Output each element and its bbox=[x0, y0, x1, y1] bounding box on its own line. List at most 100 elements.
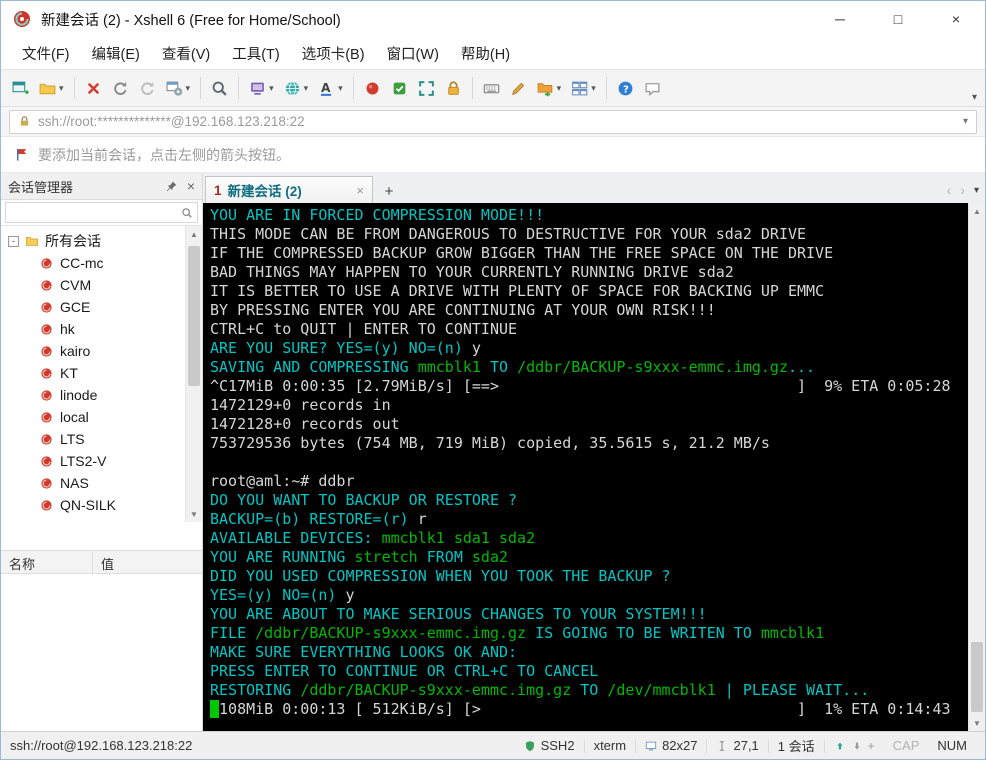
close-button[interactable]: × bbox=[927, 1, 985, 37]
terminal-text: stretch bbox=[354, 548, 418, 566]
terminal-text: /ddbr/BACKUP-s9xxx-emmc.img.gz bbox=[517, 358, 788, 376]
address-combobox[interactable]: ssh://root:**************@192.168.123.21… bbox=[9, 109, 977, 134]
scroll-down-icon[interactable]: ▼ bbox=[969, 715, 985, 731]
menu-help[interactable]: 帮助(H) bbox=[450, 38, 521, 69]
menu-tab[interactable]: 选项卡(B) bbox=[291, 38, 376, 69]
pin-icon[interactable] bbox=[165, 180, 178, 193]
status-protocol[interactable]: SSH2 bbox=[515, 738, 584, 753]
dropdown-arrow-icon: ▾ bbox=[303, 82, 309, 93]
tree-root-all-sessions[interactable]: - 所有会话 bbox=[8, 230, 185, 252]
terminal-text: THIS MODE CAN BE FROM DANGEROUS TO DESTR… bbox=[210, 225, 807, 243]
session-item[interactable]: LTS bbox=[8, 428, 185, 450]
fullscreen-button[interactable] bbox=[414, 74, 439, 102]
session-item[interactable]: linode bbox=[8, 384, 185, 406]
terminal-line: root@aml:~# ddbr bbox=[210, 472, 968, 491]
tree-scrollbar[interactable]: ▲ ▼ bbox=[185, 226, 202, 522]
session-item[interactable]: LTS2-V bbox=[8, 450, 185, 472]
find-icon bbox=[211, 80, 228, 97]
menu-edit[interactable]: 编辑(E) bbox=[81, 38, 151, 69]
scroll-up-icon[interactable]: ▲ bbox=[969, 203, 985, 219]
session-item[interactable]: hk bbox=[8, 318, 185, 340]
terminal-text: BACKUP=(b) RESTORE=(r) bbox=[210, 510, 418, 528]
record-button[interactable] bbox=[360, 74, 385, 102]
toolbar: ▾ ▾ ▾ ▾ A ▾ ▾ ▾? ▾ bbox=[1, 69, 985, 107]
menu-view[interactable]: 查看(V) bbox=[151, 38, 221, 69]
disconnect-button[interactable] bbox=[81, 74, 106, 102]
terminal-scrollbar-thumb[interactable] bbox=[971, 642, 983, 712]
tab-scroll-left-icon[interactable]: ‹ bbox=[947, 183, 952, 197]
terminal-text: DID YOU USED COMPRESSION WHEN YOU TOOK T… bbox=[210, 567, 671, 585]
minimize-button[interactable]: ─ bbox=[811, 1, 869, 37]
feedback-button[interactable] bbox=[640, 74, 665, 102]
status-session-count[interactable]: 1 会话 bbox=[769, 736, 824, 755]
reconnect-button[interactable] bbox=[108, 74, 133, 102]
reconnect-all-button[interactable] bbox=[135, 74, 160, 102]
file-transfer-button[interactable]: ▾ bbox=[533, 74, 566, 102]
status-terminal-type[interactable]: xterm bbox=[585, 738, 636, 753]
tab-menu-icon[interactable]: ▾ bbox=[974, 185, 979, 196]
session-tree-view[interactable]: - 所有会话 CC-mc CVM GCE hk kairo KT linode local LT… bbox=[1, 226, 185, 522]
maximize-button[interactable]: □ bbox=[869, 1, 927, 37]
session-item[interactable]: CVM bbox=[8, 274, 185, 296]
xshell-app-icon bbox=[13, 10, 31, 28]
web-browser-icon bbox=[284, 80, 301, 97]
toolbar-overflow-arrow-icon[interactable]: ▾ bbox=[972, 92, 977, 103]
panel-close-icon[interactable]: × bbox=[187, 178, 195, 194]
terminal-screen[interactable]: YOU ARE IN FORCED COMPRESSION MODE!!! THI… bbox=[203, 203, 968, 731]
terminal-scrollbar[interactable]: ▲ ▼ bbox=[968, 203, 985, 731]
terminal-text: CTRL+C to QUIT | ENTER TO CONTINUE bbox=[210, 320, 518, 338]
tab-scroll-right-icon[interactable]: › bbox=[960, 183, 965, 197]
menu-file[interactable]: 文件(F) bbox=[11, 38, 81, 69]
lock-button[interactable] bbox=[441, 74, 466, 102]
new-terminal-button[interactable]: ▾ bbox=[245, 74, 278, 102]
terminal-text: DO YOU WANT TO BACKUP OR RESTORE ? bbox=[210, 491, 518, 509]
session-search-box[interactable] bbox=[5, 202, 198, 223]
tab-new-session[interactable]: 1 新建会话 (2) × bbox=[205, 176, 373, 203]
menu-tools[interactable]: 工具(T) bbox=[221, 38, 291, 69]
menu-window[interactable]: 窗口(W) bbox=[376, 38, 450, 69]
font-button[interactable]: A ▾ bbox=[314, 74, 347, 102]
session-item[interactable]: kairo bbox=[8, 340, 185, 362]
session-properties-button[interactable]: ▾ bbox=[162, 74, 195, 102]
terminal-line: BY PRESSING ENTER YOU ARE CONTINUING AT … bbox=[210, 301, 968, 320]
web-browser-button[interactable]: ▾ bbox=[280, 74, 313, 102]
compose-button[interactable] bbox=[506, 74, 531, 102]
tree-expander-icon[interactable]: - bbox=[8, 235, 19, 247]
session-item[interactable]: local bbox=[8, 406, 185, 428]
terminal-line: IF THE COMPRESSED BACKUP GROW BIGGER THA… bbox=[210, 244, 968, 263]
status-session-count-label: 1 会话 bbox=[777, 739, 815, 754]
tile-windows-icon bbox=[571, 80, 588, 97]
properties-value-header[interactable]: 值 bbox=[93, 551, 202, 573]
address-dropdown-icon[interactable]: ▾ bbox=[963, 116, 968, 127]
session-item[interactable]: NAS bbox=[8, 472, 185, 494]
session-search-input[interactable] bbox=[10, 205, 181, 220]
terminal-area: YOU ARE IN FORCED COMPRESSION MODE!!! THI… bbox=[203, 203, 985, 731]
tree-scrollbar-thumb[interactable] bbox=[188, 246, 200, 386]
record-icon bbox=[364, 80, 381, 97]
terminal-text: FROM bbox=[417, 548, 472, 566]
tile-windows-button[interactable]: ▾ bbox=[567, 74, 600, 102]
log-button[interactable] bbox=[387, 74, 412, 102]
open-button[interactable]: ▾ bbox=[35, 74, 68, 102]
find-button[interactable] bbox=[207, 74, 232, 102]
sidebar-splitter[interactable] bbox=[1, 522, 202, 550]
new-tab-button[interactable]: + bbox=[376, 180, 402, 203]
session-item[interactable]: QN-SILK bbox=[8, 494, 185, 516]
tab-close-icon[interactable]: × bbox=[356, 183, 364, 198]
session-item[interactable]: CC-mc bbox=[8, 252, 185, 274]
status-cursor-position[interactable]: 27,1 bbox=[707, 738, 767, 753]
new-session-button[interactable] bbox=[8, 74, 33, 102]
help-button[interactable]: ? bbox=[613, 74, 638, 102]
session-item[interactable]: GCE bbox=[8, 296, 185, 318]
session-item[interactable]: KT bbox=[8, 362, 185, 384]
session-icon bbox=[40, 433, 53, 446]
terminal-text: YES=(y) NO=(n) bbox=[210, 586, 346, 604]
virtual-keyboard-button[interactable] bbox=[479, 74, 504, 102]
terminal-line: MAKE SURE EVERYTHING LOOKS OK AND: bbox=[210, 643, 968, 662]
scroll-down-icon[interactable]: ▼ bbox=[186, 506, 202, 522]
status-screen-size[interactable]: 82x27 bbox=[636, 738, 706, 753]
scroll-up-icon[interactable]: ▲ bbox=[186, 226, 202, 242]
properties-name-header[interactable]: 名称 bbox=[1, 551, 93, 573]
terminal-line: 753729536 bytes (754 MB, 719 MiB) copied… bbox=[210, 434, 968, 453]
